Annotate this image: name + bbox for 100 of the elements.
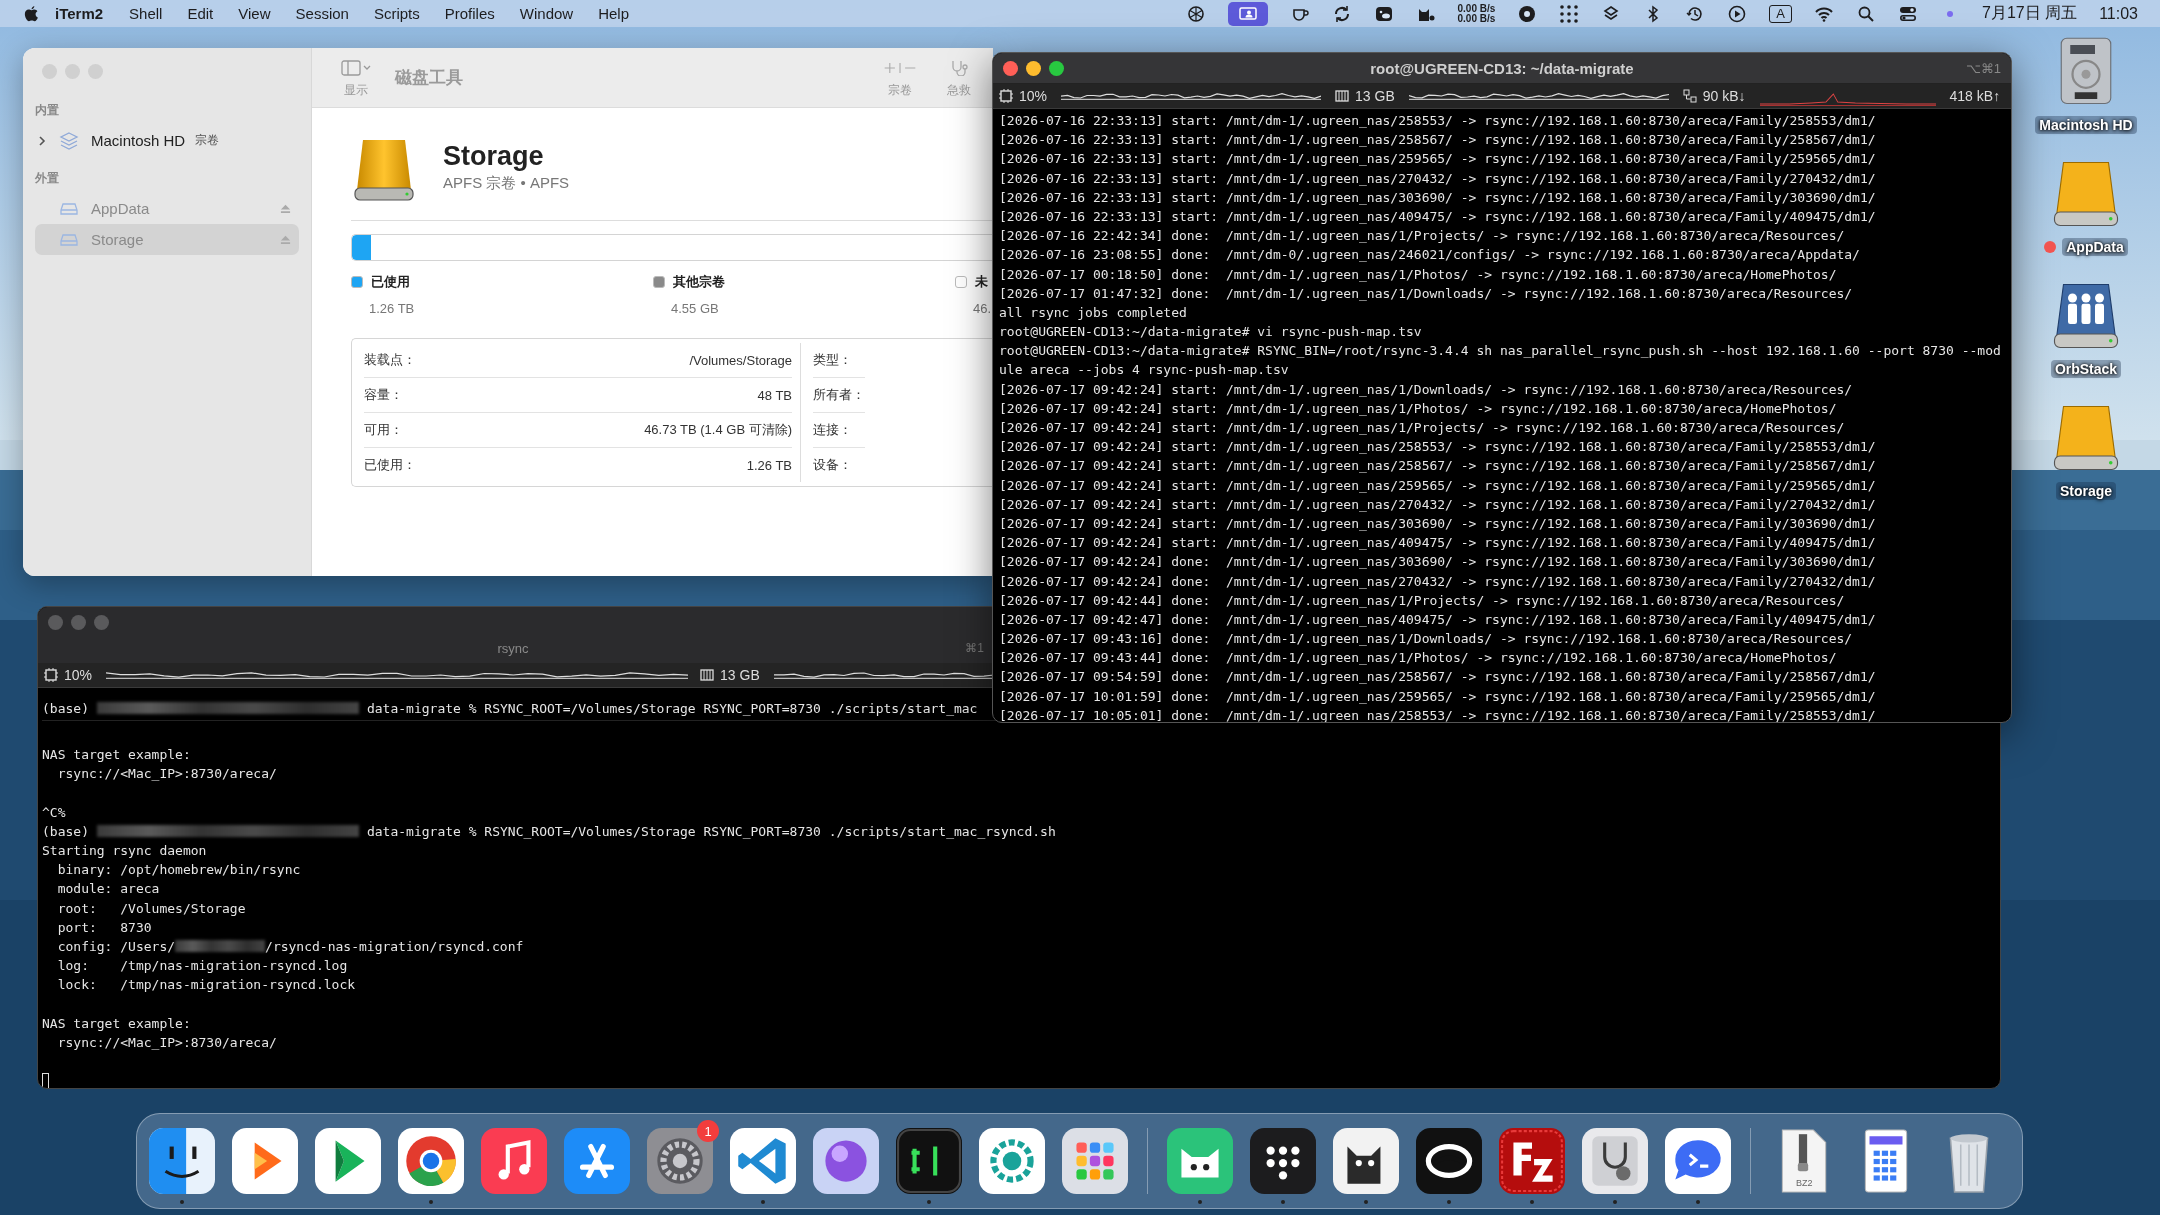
ring-app-icon[interactable] (398, 1128, 464, 1194)
play-app-icon[interactable] (232, 1128, 298, 1194)
play-circle-icon[interactable] (1727, 3, 1748, 24)
terminal-line: module: areca (56, 880, 160, 899)
info-label: 可用： (364, 421, 403, 439)
terminal-line: root: /Volumes/Storage (56, 899, 246, 918)
volume-name: Storage (443, 141, 545, 172)
legend-label: 已使用 (371, 273, 410, 291)
cat-face-app-icon[interactable] (1167, 1128, 1233, 1194)
info-value: 48 TB (757, 387, 792, 403)
chip-icon (999, 89, 1013, 103)
chat-bubble-app-icon[interactable] (1665, 1128, 1731, 1194)
terminal-line: [2026-07-16 22:33:13] start: /mnt/dm-1/.ugreen_nas/258553/ -> rsync://192.168.1.60:8730/areca/Family/258553/dm1/ (999, 112, 1876, 130)
gear-app-icon[interactable] (647, 1128, 713, 1194)
terminal-line: rsync://<Mac_IP>:8730/areca/ (56, 1033, 277, 1052)
terminal-line: (base) (42, 822, 89, 841)
menu-item[interactable]: View (238, 5, 271, 22)
terminal-line: [2026-07-16 23:08:55] done: /mnt/dm-0/.ugreen_nas/246021/configs/ -> rsync://192.168.1.60:8730/areca/Appdata/ (999, 246, 1860, 265)
network-icon (1682, 89, 1697, 103)
terminal-line: (base) (42, 700, 89, 716)
tab-shortcut: ⌘1 (965, 641, 984, 655)
music-note-app-icon[interactable] (481, 1128, 547, 1194)
window-shortcut: ⌥⌘1 (1965, 60, 2001, 76)
terminal-line: rsync://<Mac_IP>:8730/areca/ (56, 765, 277, 784)
disclosure-chevron-icon[interactable] (37, 135, 47, 146)
memory-icon (1335, 89, 1350, 103)
grid-app-icon[interactable] (1062, 1128, 1128, 1194)
input-source-indicator[interactable]: A (1769, 4, 1792, 23)
legend-value: 1.26 TB (369, 301, 416, 316)
dotted-ring-app-icon[interactable] (979, 1128, 1045, 1194)
menu-item[interactable]: Session (295, 5, 349, 22)
legend-value: 46. (973, 301, 993, 316)
zigzag-app-icon[interactable] (1499, 1128, 1565, 1194)
apple-menu-icon[interactable] (22, 4, 41, 23)
close-button[interactable] (1003, 60, 1018, 76)
minimize-button[interactable] (1026, 60, 1041, 76)
terminal-line: /rsyncd-nas-migration/rsyncd.conf (265, 937, 524, 956)
clock-text[interactable]: 7月17日 周五 (1982, 3, 2078, 24)
terminal-line: [2026-07-17 09:43:44] done: /mnt/dm-1/.ugreen_nas/1/Photos/ -> rsync://192.168.1.60:8730/areca/HomePhotos/ (999, 649, 1837, 668)
terminal-line: [2026-07-17 01:47:32] done: /mnt/dm-1/.ugreen_nas/1/Downloads/ -> rsync://192.168.1.60:8730/areca/Resources/ (999, 284, 1853, 303)
menu-item[interactable]: Edit (187, 5, 214, 22)
terminal-line: [2026-07-17 09:42:24] start: /mnt/dm-1/.ugreen_nas/303690/ -> rsync://192.168.1.60:8730/areca/Family/303690/dm1/ (999, 514, 1876, 533)
info-value: 1.26 TB (746, 457, 792, 473)
terminal-line: [2026-07-17 09:42:24] start: /mnt/dm-1/.ugreen_nas/258567/ -> rsync://192.168.1.60:8730/areca/Family/258567/dm1/ (999, 457, 1876, 476)
terminal-line: [2026-07-17 09:42:24] start: /mnt/dm-1/.ugreen_nas/258553/ -> rsync://192.168.1.60:8730/areca/Family/258553/dm1/ (999, 438, 1876, 457)
terminal-line: [2026-07-17 09:42:24] done: /mnt/dm-1/.ugreen_nas/270432/ -> rsync://192.168.1.60:8730/areca/Family/270432/dm1/ (999, 572, 1876, 591)
ribbon-app-icon[interactable] (730, 1128, 796, 1194)
terminal-line: [2026-07-17 09:54:59] done: /mnt/dm-1/.ugreen_nas/258567/ -> rsync://192.168.1.60:8730/areca/Family/258567/dm1/ (999, 668, 1876, 687)
terminal-line: lock: /tmp/nas-migration-rsyncd.lock (56, 976, 356, 995)
menu-item[interactable]: Shell (129, 5, 163, 22)
swirl-app-icon[interactable] (1416, 1128, 1482, 1194)
terminal-line: root@UGREEN-CD13:~/data-migrate# RSYNC_BIN=/root/rsync-3.4.4 sh nas_parallel_rsync_push.sh --host 192.168.1.60 --port 8730 --mod (999, 342, 2001, 361)
cat-silhouette-app-icon[interactable] (1333, 1128, 1399, 1194)
screen-person-icon[interactable] (1227, 1, 1268, 26)
info-label: 装载点： (364, 351, 416, 369)
terminal-line: log: /tmp/nas-migration-rsyncd.log (56, 957, 348, 976)
menu-item[interactable]: Profiles (444, 5, 495, 22)
terminal-line: all rsync jobs completed (999, 303, 1187, 322)
clock-text[interactable]: 11:03 (2099, 4, 2138, 23)
terminal-line: Starting rsync daemon (42, 841, 207, 860)
dots-app-icon[interactable] (1250, 1128, 1316, 1194)
info-label: 设备： (813, 456, 852, 474)
terminal-line: [2026-07-17 09:42:24] start: /mnt/dm-1/.ugreen_nas/1/Downloads/ -> rsync://192.168.1.60:8730/areca/Resources/ (999, 380, 1853, 399)
terminal-line: [2026-07-17 09:42:24] start: /mnt/dm-1/.ugreen_nas/1/Projects/ -> rsync://192.168.1.60:8730/areca/Resources/ (999, 419, 1845, 437)
terminal-line: [2026-07-16 22:33:13] start: /mnt/dm-1/.ugreen_nas/259565/ -> rsync://192.168.1.60:8730/areca/Family/259565/dm1/ (999, 150, 1876, 169)
terminal-line: [2026-07-16 22:42:34] done: /mnt/dm-1/.ugreen_nas/1/Projects/ -> rsync://192.168.1.60:8730/areca/Resources/ (999, 227, 1845, 246)
terminal-line: [2026-07-17 00:18:50] done: /mnt/dm-1/.ugreen_nas/1/Photos/ -> rsync://192.168.1.60:8730/areca/HomePhotos/ (999, 265, 1837, 284)
layers-icon (59, 130, 79, 151)
sticks-app-icon[interactable] (564, 1128, 630, 1194)
zoom-button[interactable] (1049, 60, 1064, 76)
status-reading: 418 kB↑ (1949, 88, 2001, 104)
info-label: 已使用： (364, 456, 416, 474)
menu-item[interactable]: Window (519, 5, 574, 22)
sidebar-item[interactable]: Macintosh HD 宗卷 (35, 125, 299, 156)
sphere-app-icon[interactable] (813, 1128, 879, 1194)
face-app-icon[interactable] (149, 1128, 215, 1194)
terminal-line: [2026-07-17 09:42:24] start: /mnt/dm-1/.ugreen_nas/409475/ -> rsync://192.168.1.60:8730/areca/Family/409475/dm1/ (999, 534, 1876, 553)
window-title: 磁盘工具 (395, 67, 463, 89)
info-label: 容量： (364, 386, 403, 404)
sidebar-toggle-icon[interactable] (339, 60, 373, 76)
network-speed-readout[interactable]: 0.00 B/s 0.00 B/s (1457, 3, 1496, 24)
info-label: 类型： (813, 351, 852, 369)
terminal-line: NAS target example: (42, 746, 191, 764)
chip-icon (44, 668, 58, 682)
stethoscope-app-icon[interactable] (1582, 1128, 1648, 1194)
legend-value: 4.55 GB (671, 301, 720, 316)
menu-item[interactable]: Help (598, 5, 629, 22)
record-icon[interactable] (1517, 3, 1538, 24)
terminal-app-icon[interactable] (896, 1128, 962, 1194)
app-menu[interactable]: iTerm2 (55, 5, 104, 22)
menu-item[interactable]: Scripts (373, 5, 420, 22)
terminal-line: [2026-07-17 09:42:24] start: /mnt/dm-1/.ugreen_nas/270432/ -> rsync://192.168.1.60:8730/areca/Family/270432/dm1/ (999, 495, 1876, 514)
file-type-label: BZ2 (1796, 1178, 1813, 1188)
arrow-app-icon[interactable] (315, 1128, 381, 1194)
status-reading: 10% (1019, 88, 1048, 104)
status-reading: 10% (64, 667, 93, 683)
dots-grid-icon[interactable] (1559, 3, 1580, 24)
knot-icon[interactable] (1185, 3, 1206, 24)
terminal-line: data-migrate % RSYNC_ROOT=/Volumes/Storage RSYNC_PORT=8730 ./scripts/start_mac_rsyncd.sh (366, 822, 1056, 841)
terminal-line: ^C% (42, 803, 66, 822)
